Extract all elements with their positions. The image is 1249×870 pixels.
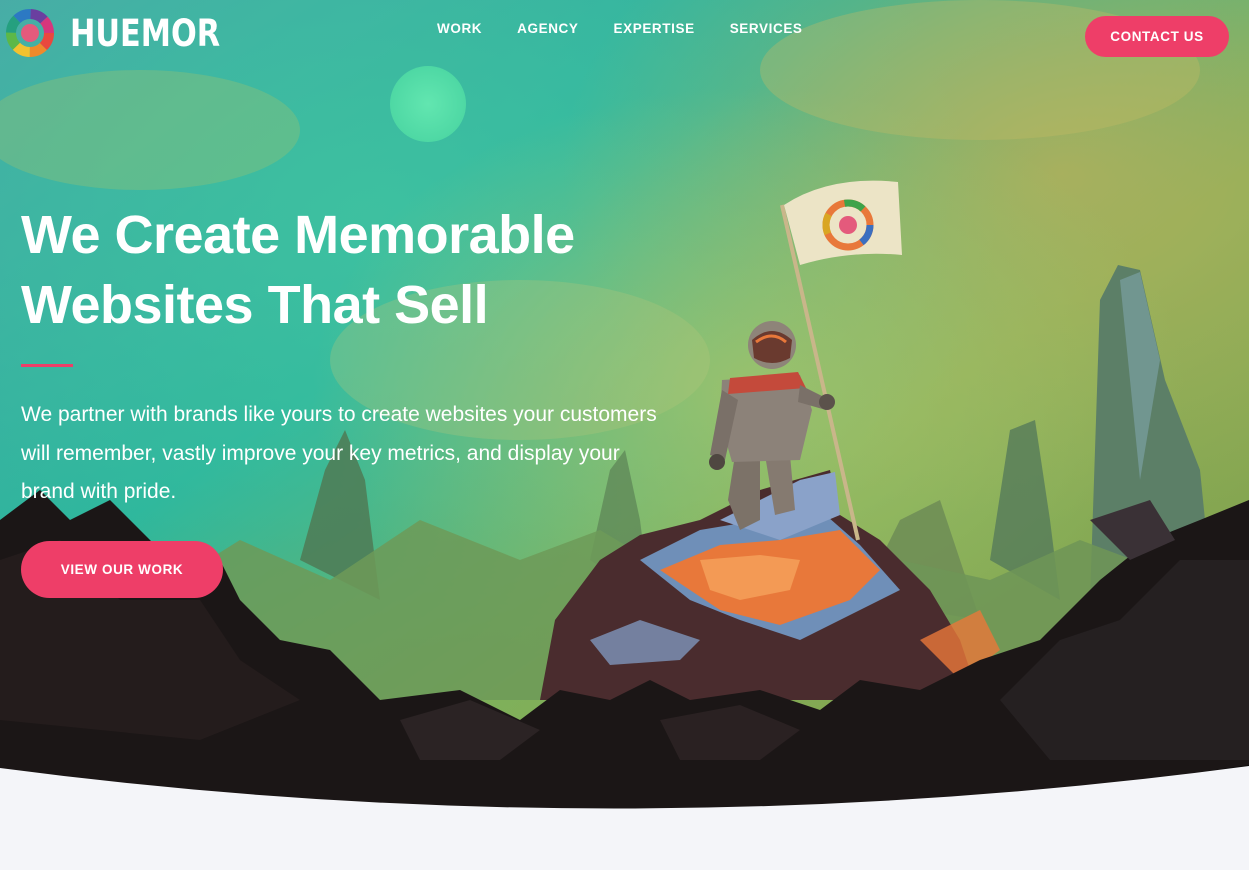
view-our-work-button[interactable]: VIEW OUR WORK (21, 541, 223, 598)
headline-divider (21, 364, 73, 367)
nav-item-work[interactable]: WORK (437, 21, 482, 36)
brand-name: HUEMOR (70, 11, 221, 55)
nav-item-agency[interactable]: AGENCY (517, 21, 578, 36)
color-wheel-logo-icon (6, 9, 54, 57)
hero-headline-line-1: We Create Memorable (21, 205, 575, 265)
hero-lead-text: We partner with brands like yours to cre… (21, 403, 657, 503)
contact-us-button[interactable]: CONTACT US (1085, 16, 1229, 57)
main-nav: WORK AGENCY EXPERTISE SERVICES (437, 21, 803, 36)
brand-logo[interactable]: HUEMOR (4, 7, 253, 59)
hero-section: HUEMOR WORK AGENCY EXPERTISE SERVICES CO… (0, 0, 1249, 870)
moon (390, 66, 466, 142)
hero-headline: We Create Memorable Websites That Sell (21, 200, 661, 340)
nav-item-expertise[interactable]: EXPERTISE (614, 21, 695, 36)
hero-headline-line-2: Websites That Sell (21, 275, 489, 335)
nav-item-services[interactable]: SERVICES (730, 21, 803, 36)
